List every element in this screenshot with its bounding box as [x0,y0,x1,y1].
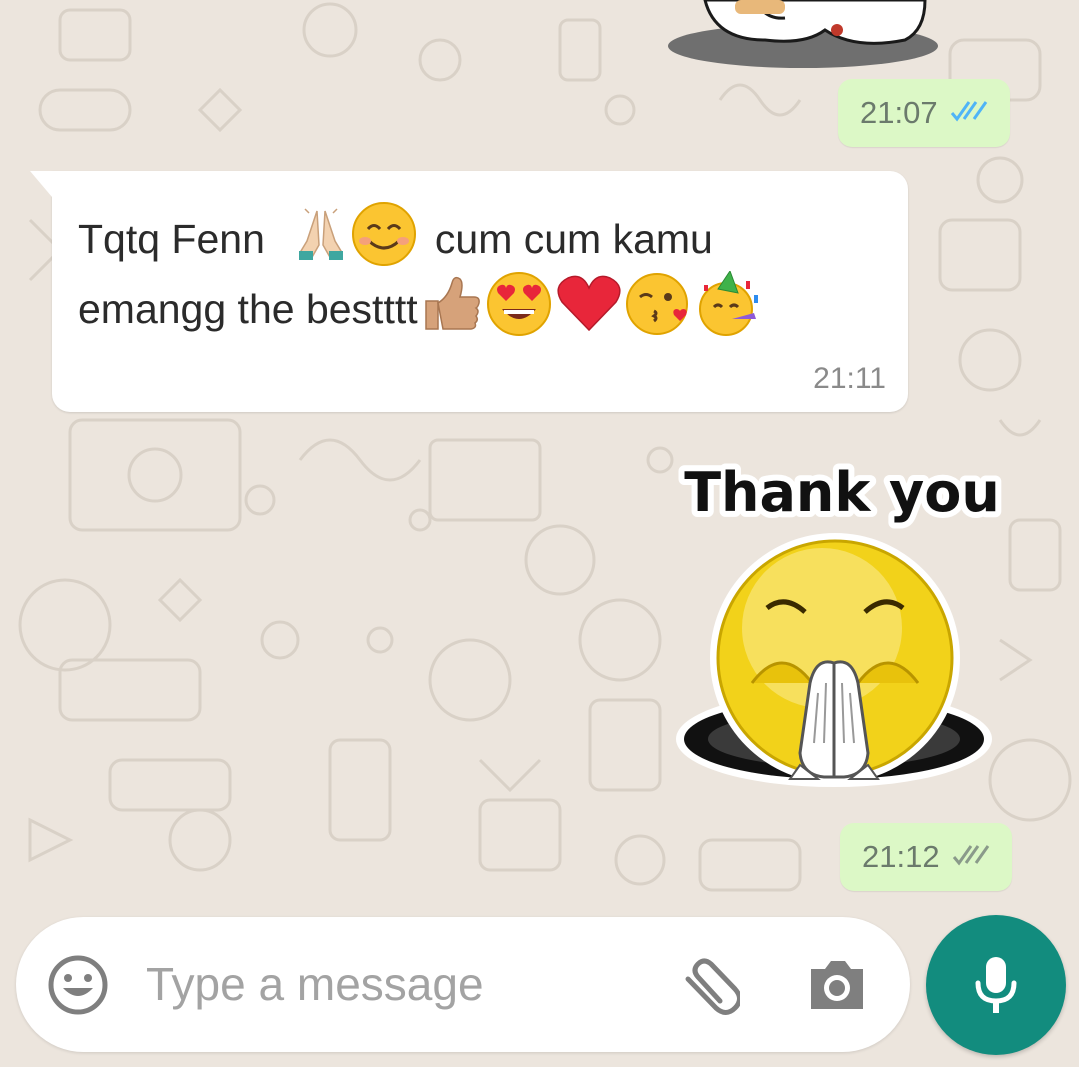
message-line-1: Tqtq Fenn cum cum kamu [78,201,713,277]
folded-hands-emoji [295,205,347,271]
message-time: 21:07 [860,95,938,130]
message-time: 21:11 [813,362,886,395]
partying-face-emoji [696,269,762,347]
bubble-tail [30,171,52,197]
message-composer: Type a message [16,917,910,1052]
message-time: 21:12 [862,839,940,874]
message-text: emangg the bestttt [78,285,418,332]
outgoing-message-meta-1: 21:07 [838,79,1010,147]
read-receipt-icon [952,839,990,875]
message-line-2: emangg the bestttt [78,269,764,347]
message-text: cum cum kamu [434,215,713,262]
incoming-message-bubble[interactable]: Tqtq Fenn cum cum kamu emangg the besttt… [30,171,908,412]
svg-text:Thank you: Thank you [684,461,1000,524]
voice-message-button[interactable] [926,915,1066,1055]
kissing-face-emoji [625,271,692,347]
read-receipt-icon [950,95,988,131]
message-input[interactable]: Type a message [146,957,484,1011]
thank-you-sticker[interactable] [672,533,997,808]
message-text: Tqtq Fenn [78,215,265,262]
thumbs-up-emoji [420,275,482,343]
sticker-message-top[interactable] [665,0,950,72]
sticker-caption: Thank you Thank you [672,455,1012,530]
red-heart-emoji [556,274,622,344]
heart-eyes-emoji [486,271,552,347]
camera-icon[interactable] [805,955,869,1015]
outgoing-message-meta-2: 21:12 [840,823,1012,891]
attachment-icon[interactable] [676,955,742,1019]
smiling-face-emoji [351,201,417,277]
emoji-icon[interactable] [47,954,109,1016]
microphone-icon [975,957,1017,1013]
